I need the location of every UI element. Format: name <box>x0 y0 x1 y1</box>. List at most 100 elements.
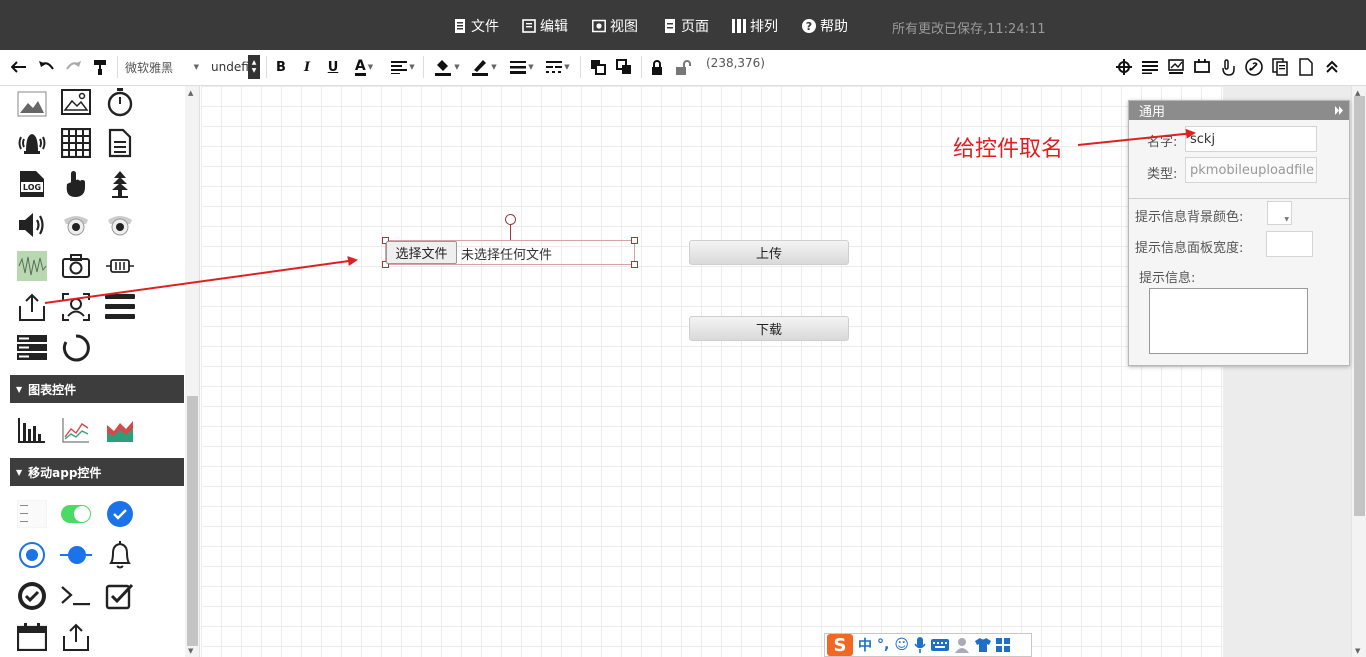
canvas-scroll-thumb[interactable] <box>1354 96 1365 516</box>
audio-shape[interactable] <box>16 209 48 241</box>
waveform-shape[interactable] <box>16 250 48 282</box>
bold-button[interactable]: B <box>272 56 290 78</box>
info-textarea[interactable] <box>1149 288 1308 354</box>
mobile-checkbox-shape[interactable] <box>104 498 136 530</box>
font-size-spinner[interactable]: ▲ ▼ <box>248 55 260 79</box>
scroll-down-icon[interactable]: ▼ <box>188 647 193 655</box>
redo-button[interactable] <box>62 56 84 78</box>
unlock-button[interactable] <box>673 56 693 78</box>
upload-button[interactable]: 上传 <box>689 240 849 265</box>
menu-page[interactable]: 页面 <box>663 15 709 37</box>
mobile-list-icon <box>17 500 47 528</box>
align-button[interactable]: ▼ <box>387 56 419 78</box>
underline-button[interactable]: U <box>324 56 342 78</box>
scroll-up-icon[interactable]: ▲ <box>188 89 193 97</box>
new-page-button[interactable] <box>1296 56 1316 78</box>
menu-file[interactable]: 文件 <box>453 15 499 37</box>
menu-list-shape[interactable] <box>104 291 136 323</box>
area-chart-shape[interactable] <box>104 414 136 446</box>
undo-button[interactable] <box>36 56 58 78</box>
mobile-notification-shape[interactable] <box>104 539 136 571</box>
loading-shape[interactable] <box>60 332 92 364</box>
mobile-upload-shape[interactable] <box>60 621 92 653</box>
canvas-scrollbar[interactable]: ▲ ▼ <box>1351 86 1366 657</box>
punctuation-icon[interactable]: °, <box>877 637 889 653</box>
picture-shape[interactable] <box>60 86 92 118</box>
line-style-button[interactable]: ▼ <box>543 56 573 78</box>
mobile-checkbox-square-shape[interactable] <box>104 580 136 612</box>
bring-front-button[interactable] <box>588 56 608 78</box>
touch-button[interactable] <box>1218 56 1238 78</box>
user-skin-icon[interactable] <box>954 637 970 653</box>
scroll-down-icon[interactable]: ▼ <box>1355 647 1360 655</box>
font-size-input[interactable]: undefined ▲▼ <box>208 55 262 79</box>
pages-button[interactable] <box>1270 56 1290 78</box>
menu-help[interactable]: ? 帮助 <box>802 15 848 37</box>
mobile-terminal-shape[interactable] <box>60 580 92 612</box>
mobile-slider-shape[interactable] <box>60 539 92 571</box>
click-shape[interactable] <box>60 168 92 200</box>
emoji-icon[interactable]: ☺ <box>894 637 909 653</box>
sensor-shape[interactable] <box>104 250 136 282</box>
font-family-select[interactable]: 微软雅黑 ▼ <box>121 57 203 77</box>
bar-chart-shape[interactable] <box>16 414 48 446</box>
mobile-radio-shape[interactable] <box>16 539 48 571</box>
property-panel-header[interactable]: 通用 <box>1129 101 1349 120</box>
alarm-shape[interactable] <box>16 127 48 159</box>
italic-button[interactable]: I <box>298 56 316 78</box>
document-shape[interactable] <box>104 127 136 159</box>
lock-button[interactable] <box>648 56 666 78</box>
download-button[interactable]: 下载 <box>689 316 849 341</box>
line-width-button[interactable]: ▼ <box>507 56 537 78</box>
menu-edit[interactable]: 编辑 <box>522 15 568 37</box>
choose-file-button[interactable]: 选择文件 <box>386 241 457 264</box>
microphone-icon[interactable] <box>914 637 926 653</box>
chart-edit-button[interactable] <box>1166 56 1186 78</box>
collapse-toolbar-button[interactable] <box>1322 56 1342 78</box>
text-align-button[interactable] <box>1140 56 1160 78</box>
bg-color-picker[interactable]: ▼ <box>1267 201 1292 225</box>
resize-handle-se[interactable] <box>631 261 638 268</box>
upload-file-shape[interactable] <box>16 291 48 323</box>
sogou-logo-icon[interactable]: S <box>827 634 853 656</box>
shirt-icon[interactable] <box>974 637 991 653</box>
log-shape[interactable]: LOG <box>16 168 48 200</box>
timer-shape[interactable] <box>104 86 136 118</box>
send-back-button[interactable] <box>614 56 634 78</box>
section-mobile-controls[interactable]: ▼ 移动app控件 <box>10 458 184 486</box>
section-chart-controls[interactable]: ▼ 图表控件 <box>10 375 184 403</box>
format-painter-button[interactable] <box>90 56 110 78</box>
screen-button[interactable] <box>1192 56 1212 78</box>
mobile-check-shape[interactable] <box>16 580 48 612</box>
mobile-switch-shape[interactable] <box>60 498 92 530</box>
menu-view[interactable]: 视图 <box>592 15 638 37</box>
collapse-right-icon[interactable] <box>1335 106 1343 115</box>
apps-grid-icon[interactable] <box>995 638 1010 652</box>
sidebar-scroll-thumb[interactable] <box>187 396 198 646</box>
font-color-button[interactable]: A ▼ <box>349 56 379 78</box>
line-color-button[interactable]: ▼ <box>467 56 501 78</box>
crosshair-button[interactable] <box>1114 56 1134 78</box>
camera-shape[interactable] <box>60 250 92 282</box>
list-shape[interactable] <box>16 332 48 364</box>
line-chart-shape[interactable] <box>60 414 92 446</box>
menu-arrange[interactable]: 排列 <box>732 15 778 37</box>
tree-shape[interactable] <box>104 168 136 200</box>
name-input[interactable]: sckj <box>1185 126 1317 152</box>
image-shape[interactable] <box>16 88 48 120</box>
panel-width-input[interactable] <box>1266 231 1313 257</box>
camera-dome-shape-2[interactable] <box>104 209 136 241</box>
camera-dome-shape[interactable] <box>60 209 92 241</box>
mobile-list-shape[interactable] <box>16 498 48 530</box>
back-button[interactable] <box>8 56 30 78</box>
rotate-handle[interactable] <box>505 214 516 225</box>
grid-shape[interactable] <box>60 127 92 159</box>
mobile-calendar-shape[interactable] <box>16 621 48 653</box>
fill-color-button[interactable]: ▼ <box>430 56 464 78</box>
face-scan-shape[interactable] <box>60 291 92 323</box>
link-button[interactable] <box>1244 56 1264 78</box>
resize-handle-ne[interactable] <box>631 237 638 244</box>
keyboard-icon[interactable] <box>930 639 949 651</box>
ime-language-toggle[interactable]: 中 <box>858 635 872 655</box>
sidebar-scrollbar[interactable]: ▲ ▼ <box>185 86 199 657</box>
